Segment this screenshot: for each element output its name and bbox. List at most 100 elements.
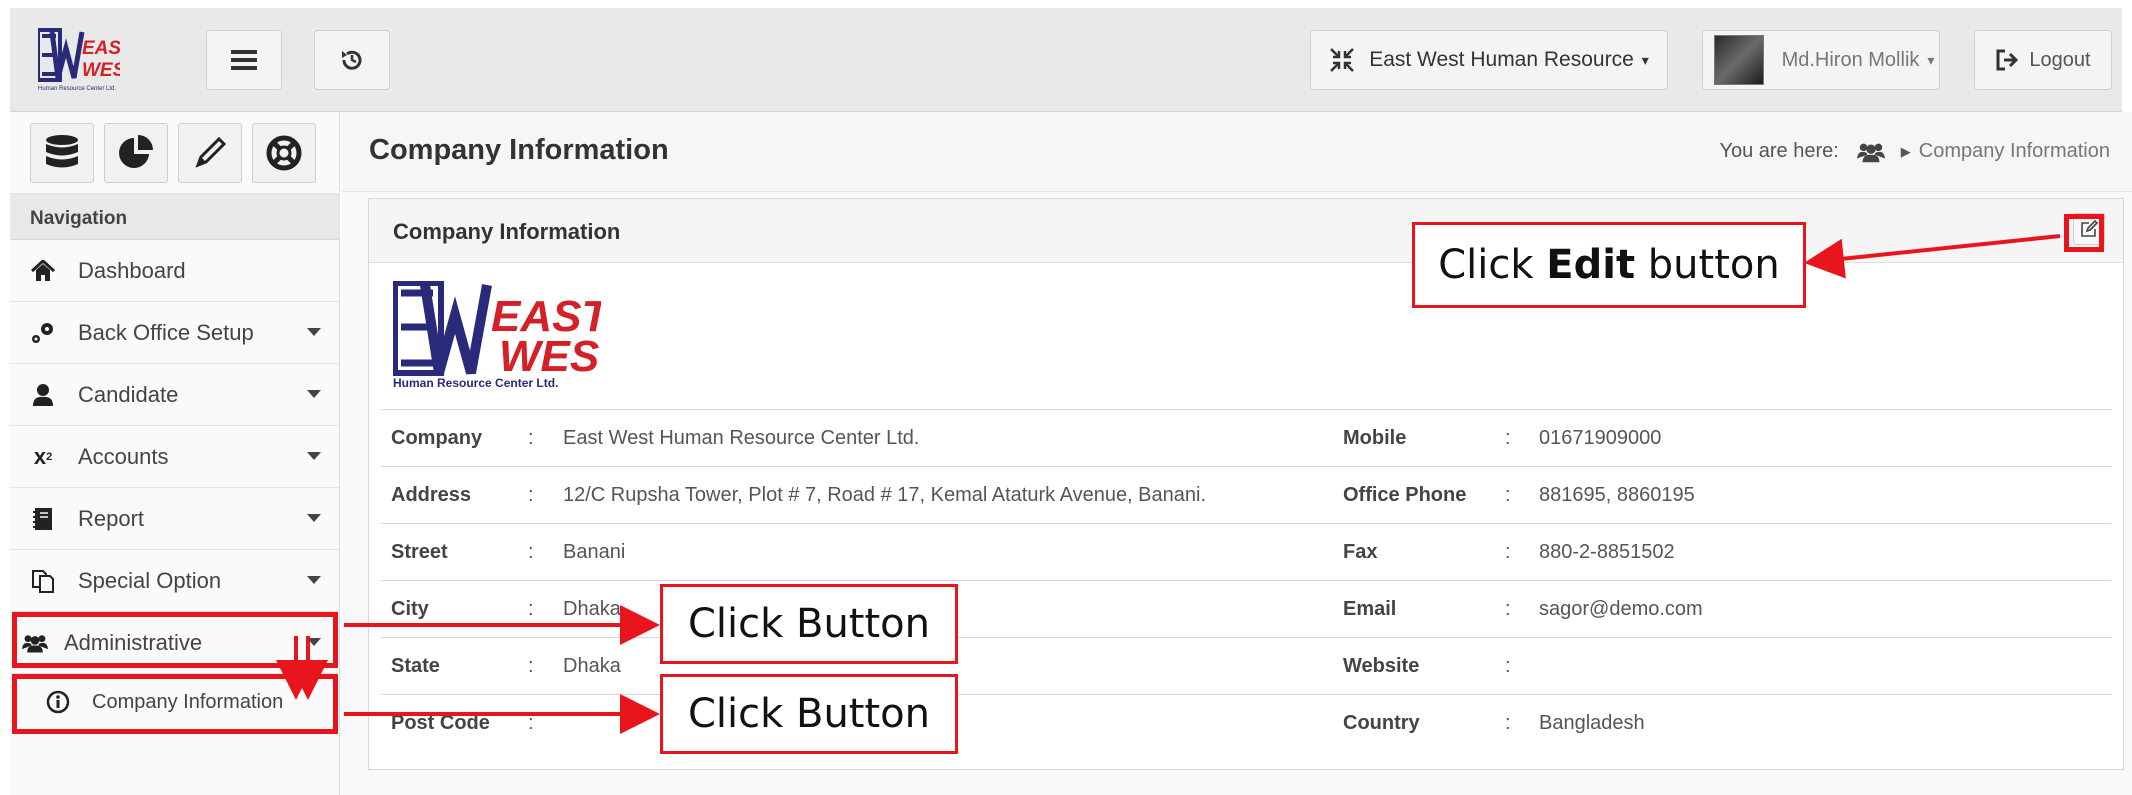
separator: : <box>1505 598 1511 620</box>
field-value: Dhaka <box>563 598 621 620</box>
history-button[interactable] <box>314 30 390 90</box>
panel-title: Company Information <box>393 219 621 244</box>
users-icon[interactable] <box>1856 141 1885 163</box>
field-value: 881695, 8860195 <box>1539 484 1695 506</box>
navigation-heading: Navigation <box>10 194 339 240</box>
field-value: East West Human Resource Center Ltd. <box>563 427 920 449</box>
separator: : <box>528 541 534 563</box>
separator: : <box>1505 427 1511 449</box>
sidebar-item-label: Candidate <box>78 381 179 407</box>
sidebar-item-back-office-setup[interactable]: Back Office Setup <box>10 302 339 364</box>
company-logo[interactable]: EAST WEST Human Resource Center Ltd. <box>38 28 120 94</box>
field-label: Address <box>391 484 472 506</box>
caret-down-icon <box>307 328 321 336</box>
separator: : <box>528 484 534 506</box>
sidebar-item-label: Report <box>78 505 145 531</box>
info-row: Post Code : Country : Bangladesh <box>381 694 2111 751</box>
highlight-administrative <box>12 612 338 668</box>
sidebar-item-accounts[interactable]: x2 Accounts <box>10 426 339 488</box>
field-value: 12/C Rupsha Tower, Plot # 7, Road # 17, … <box>563 484 1207 506</box>
highlight-edit-button <box>2064 214 2104 252</box>
separator: : <box>528 655 534 677</box>
separator: : <box>528 712 534 734</box>
top-bar: EAST WEST Human Resource Center Ltd. Eas… <box>10 8 2122 112</box>
field-value: Banani <box>563 541 626 563</box>
pie-chart-button[interactable] <box>104 122 168 183</box>
field-label: Street <box>391 541 448 563</box>
logo-subtext: Human Resource Center Ltd. <box>38 86 116 92</box>
sidebar-item-label: Special Option <box>78 567 222 593</box>
separator: : <box>528 598 534 620</box>
field-label: Post Code <box>391 712 490 734</box>
sidebar-item-special-option[interactable]: Special Option <box>10 550 339 612</box>
sidebar-item-label: Accounts <box>78 443 169 469</box>
caret-down-icon <box>307 576 321 584</box>
database-icon <box>46 134 78 167</box>
database-button[interactable] <box>30 122 94 183</box>
book-icon <box>30 506 56 532</box>
company-info-panel: Company Information EAST WEST Human Reso… <box>368 198 2124 770</box>
logo-text-west: WEST <box>82 60 120 81</box>
breadcrumb: You are here: ▶ Company Information <box>1719 140 2110 163</box>
info-row: State : Dhaka Website : <box>381 637 2111 694</box>
panel-logo-subtext: Human Resource Center Ltd. <box>393 376 558 390</box>
highlight-company-information <box>12 674 338 734</box>
separator: : <box>1505 655 1511 677</box>
annotation-click-button-2: Click Button <box>660 674 958 754</box>
sidebar-item-report[interactable]: Report <box>10 488 339 550</box>
annotation-click-button-1: Click Button <box>660 584 958 664</box>
logo-text-east: EAST <box>82 38 120 59</box>
company-dropdown-label: East West Human Resource <box>1369 48 1634 71</box>
field-label: Office Phone <box>1343 484 1467 506</box>
separator: : <box>1505 712 1511 734</box>
panel-logo-west: WEST <box>499 332 601 381</box>
company-dropdown[interactable]: East West Human Resource ▾ <box>1310 30 1668 90</box>
separator: : <box>1505 484 1511 506</box>
field-label: Email <box>1343 598 1397 620</box>
info-row: City : Dhaka Email : sagor@demo.com <box>381 580 2111 637</box>
sign-out-icon <box>1996 49 2019 71</box>
sidebar-item-dashboard[interactable]: Dashboard <box>10 240 339 302</box>
logout-button[interactable]: Logout <box>1974 30 2112 90</box>
field-label: Company <box>391 427 483 449</box>
annotation-edit-prefix: Click <box>1438 242 1547 288</box>
chevron-down-icon: ▾ <box>1641 51 1649 68</box>
logout-label: Logout <box>2029 48 2091 71</box>
gears-icon <box>30 320 56 346</box>
home-icon <box>30 258 56 284</box>
page-header: Company Information You are here: ▶ Comp… <box>342 112 2132 192</box>
field-value: Dhaka <box>563 655 621 677</box>
separator: : <box>528 427 534 449</box>
separator: : <box>1505 541 1511 563</box>
life-ring-icon <box>266 135 302 170</box>
annotation-edit-bold: Edit <box>1546 242 1636 288</box>
user-name: Md.Hiron Mollik <box>1781 48 1920 71</box>
info-row: Street : Banani Fax : 880-2-8851502 <box>381 523 2111 580</box>
main-content: Company Information You are here: ▶ Comp… <box>342 112 2132 795</box>
info-row: Address : 12/C Rupsha Tower, Plot # 7, R… <box>381 466 2111 523</box>
pencil-icon <box>195 136 227 168</box>
superscript-icon: x2 <box>33 443 53 469</box>
field-label: Fax <box>1343 541 1378 563</box>
menu-toggle-button[interactable] <box>206 30 282 90</box>
field-value: Bangladesh <box>1539 712 1645 734</box>
breadcrumb-current: Company Information <box>1918 140 2110 162</box>
sidebar-item-label: Back Office Setup <box>78 319 254 345</box>
user-dropdown[interactable]: Md.Hiron Mollik ▾ <box>1702 30 1940 90</box>
page: EAST WEST Human Resource Center Ltd. Eas… <box>0 0 2132 795</box>
support-button[interactable] <box>252 122 316 183</box>
edit-button[interactable] <box>178 122 242 183</box>
field-value: 01671909000 <box>1539 427 1662 449</box>
files-icon <box>30 568 56 594</box>
user-icon <box>30 382 56 408</box>
caret-down-icon <box>307 390 321 398</box>
breadcrumb-prefix: You are here: <box>1719 140 1839 162</box>
annotation-click-button-text: Click Button <box>687 601 930 647</box>
quick-icons <box>10 112 339 194</box>
history-icon <box>342 50 362 70</box>
sidebar-item-candidate[interactable]: Candidate <box>10 364 339 426</box>
pie-chart-icon <box>119 134 153 168</box>
avatar <box>1713 35 1764 85</box>
field-label: City <box>391 598 429 620</box>
caret-right-icon: ▶ <box>1900 143 1911 159</box>
